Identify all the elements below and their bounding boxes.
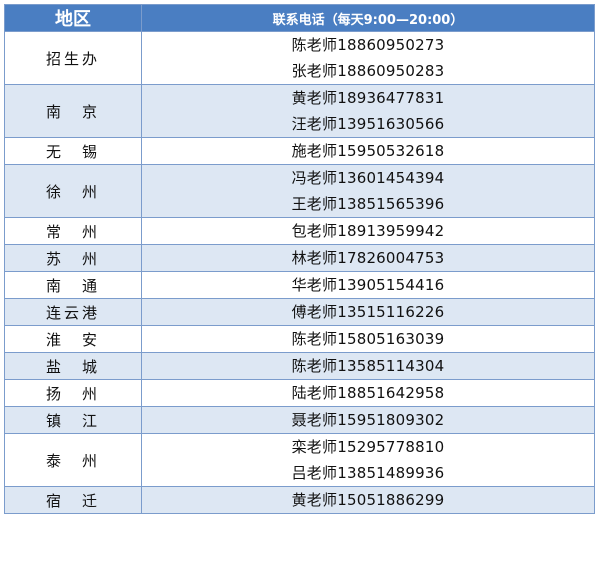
- phone-cell: 陈老师13585114304: [141, 352, 595, 380]
- contact-phone: 林老师17826004753: [291, 249, 445, 267]
- table-row: 南 京 黄老师18936477831 汪老师13951630566: [4, 84, 595, 138]
- phone-cell: 包老师18913959942: [141, 217, 595, 245]
- region-cell: 常 州: [4, 217, 142, 245]
- phone-cell: 黄老师15051886299: [141, 486, 595, 514]
- contact-phone: 汪老师13951630566: [291, 115, 445, 133]
- contact-phone: 栾老师15295778810: [291, 438, 445, 456]
- region-cell: 淮 安: [4, 325, 142, 353]
- phone-cell: 陈老师15805163039: [141, 325, 595, 353]
- table-row: 连云港 傅老师13515116226: [4, 298, 595, 326]
- table-row: 招生办 陈老师18860950273 张老师18860950283: [4, 31, 595, 85]
- table-header-row: 地区 联系电话（每天9:00—20:00）: [4, 4, 595, 32]
- phone-cell: 华老师13905154416: [141, 271, 595, 299]
- region-cell: 扬 州: [4, 379, 142, 407]
- contact-phone: 陈老师13585114304: [291, 357, 445, 375]
- phone-cell: 陆老师18851642958: [141, 379, 595, 407]
- region-cell: 南 京: [4, 84, 142, 138]
- table-row: 无 锡 施老师15950532618: [4, 137, 595, 165]
- contact-phone: 黄老师18936477831: [291, 89, 445, 107]
- contact-phone: 陈老师18860950273: [291, 36, 445, 54]
- phone-cell: 栾老师15295778810 吕老师13851489936: [141, 433, 595, 487]
- table-row: 泰 州 栾老师15295778810 吕老师13851489936: [4, 433, 595, 487]
- contact-phone: 聂老师15951809302: [291, 411, 445, 429]
- table-row: 扬 州 陆老师18851642958: [4, 379, 595, 407]
- region-cell: 南 通: [4, 271, 142, 299]
- region-cell: 招生办: [4, 31, 142, 85]
- contact-phone: 华老师13905154416: [291, 276, 445, 294]
- contact-phone: 陈老师15805163039: [291, 330, 445, 348]
- table-row: 盐 城 陈老师13585114304: [4, 352, 595, 380]
- table-row: 常 州 包老师18913959942: [4, 217, 595, 245]
- region-cell: 镇 江: [4, 406, 142, 434]
- region-cell: 苏 州: [4, 244, 142, 272]
- phone-column-header: 联系电话（每天9:00—20:00）: [141, 4, 595, 32]
- contact-phone: 黄老师15051886299: [291, 491, 445, 509]
- table-row: 南 通 华老师13905154416: [4, 271, 595, 299]
- region-column-header: 地区: [4, 4, 142, 32]
- phone-cell: 聂老师15951809302: [141, 406, 595, 434]
- table-row: 镇 江 聂老师15951809302: [4, 406, 595, 434]
- phone-cell: 施老师15950532618: [141, 137, 595, 165]
- table-row: 苏 州 林老师17826004753: [4, 244, 595, 272]
- table-body: 招生办 陈老师18860950273 张老师18860950283 南 京黄老师189…: [4, 31, 595, 514]
- region-cell: 徐 州: [4, 164, 142, 218]
- contact-phone: 施老师15950532618: [291, 142, 445, 160]
- region-cell: 盐 城: [4, 352, 142, 380]
- contact-phone: 包老师18913959942: [291, 222, 445, 240]
- region-cell: 宿 迁: [4, 486, 142, 514]
- phone-cell: 陈老师18860950273 张老师18860950283: [141, 31, 595, 85]
- table-row: 徐 州 冯老师13601454394 王老师13851565396: [4, 164, 595, 218]
- contact-table: 地区 联系电话（每天9:00—20:00） 招生办 陈老师18860950273 张…: [4, 4, 595, 514]
- contact-phone: 吕老师13851489936: [291, 464, 445, 482]
- contact-phone: 王老师13851565396: [291, 195, 445, 213]
- contact-phone: 张老师18860950283: [291, 62, 445, 80]
- contact-phone: 傅老师13515116226: [291, 303, 445, 321]
- phone-cell: 傅老师13515116226: [141, 298, 595, 326]
- table-row: 宿 迁 黄老师15051886299: [4, 486, 595, 514]
- phone-cell: 黄老师18936477831 汪老师13951630566: [141, 84, 595, 138]
- contact-phone: 冯老师13601454394: [291, 169, 445, 187]
- table-row: 淮 安 陈老师15805163039: [4, 325, 595, 353]
- contact-phone: 陆老师18851642958: [291, 384, 445, 402]
- region-cell: 泰 州: [4, 433, 142, 487]
- region-cell: 连云港: [4, 298, 142, 326]
- phone-cell: 林老师17826004753: [141, 244, 595, 272]
- region-cell: 无 锡: [4, 137, 142, 165]
- phone-cell: 冯老师13601454394 王老师13851565396: [141, 164, 595, 218]
